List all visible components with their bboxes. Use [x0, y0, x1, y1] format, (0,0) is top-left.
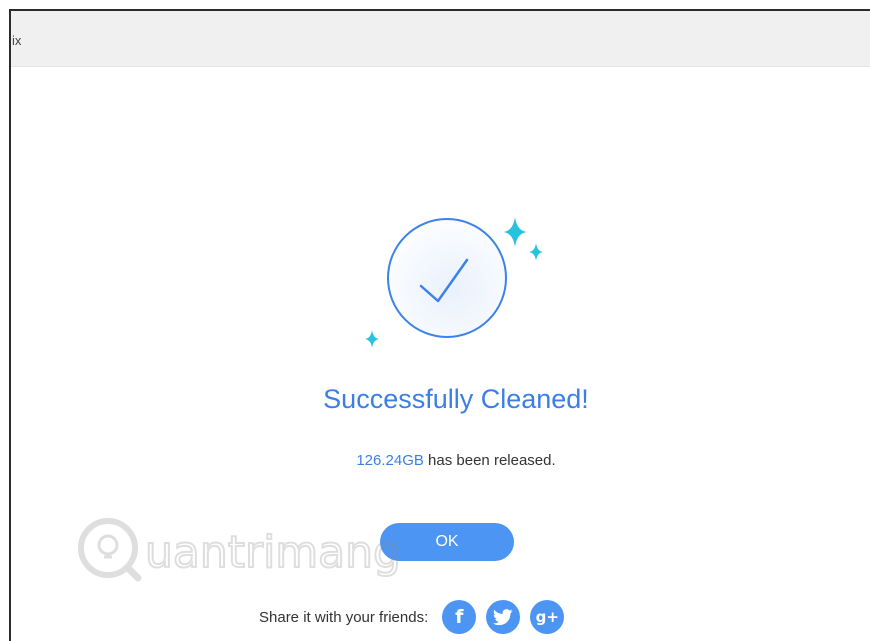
title-bar: ix: [11, 11, 870, 67]
facebook-share-button[interactable]: f: [442, 600, 477, 634]
released-text: has been released.: [423, 452, 556, 469]
twitter-bird-icon: [493, 608, 513, 625]
sparkle-icon: [503, 217, 527, 247]
released-amount: 126.24GB: [356, 452, 424, 469]
window-title: ix: [12, 33, 22, 48]
facebook-icon: f: [455, 606, 464, 628]
share-label: Share it with your friends:: [259, 608, 429, 626]
sparkle-icon: [529, 243, 543, 261]
watermark-logo: uantrimang: [78, 518, 402, 582]
twitter-share-button[interactable]: [486, 600, 521, 634]
watermark-text: uantrimang: [145, 527, 401, 578]
released-message: 126.24GB has been released.: [11, 452, 870, 469]
googleplus-icon: g+: [535, 608, 559, 626]
checkmark-circle-icon: [387, 218, 507, 338]
success-title: Successfully Cleaned!: [323, 384, 589, 414]
success-illustration: [365, 217, 543, 348]
share-bar: Share it with your friends: f g+: [259, 600, 574, 634]
googleplus-share-button[interactable]: g+: [530, 600, 565, 634]
sparkle-icon: [365, 330, 379, 348]
